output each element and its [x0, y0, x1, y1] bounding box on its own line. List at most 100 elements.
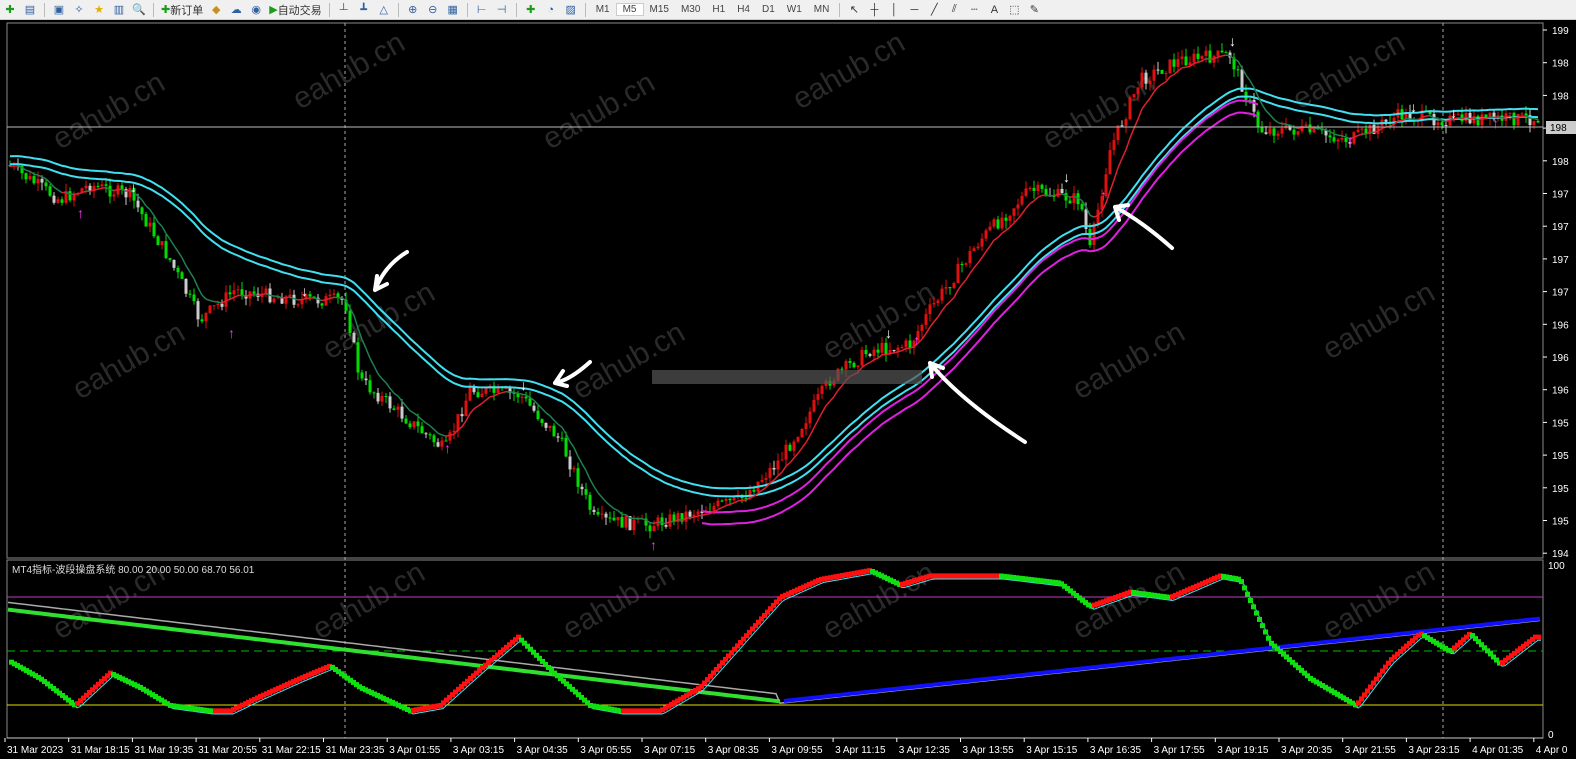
chat-button[interactable]: ☁: [226, 1, 246, 19]
bear-candle: [192, 294, 196, 302]
price-axis-label: 194: [1552, 549, 1569, 560]
signal-line-segment: [201, 294, 207, 300]
bull-candle: [1480, 114, 1484, 126]
toolbar-separator: [328, 2, 330, 17]
market-watch-button[interactable]: ▣: [49, 1, 69, 19]
vertical-line-icon: │: [890, 3, 898, 16]
crosshair-button[interactable]: ┼: [864, 1, 884, 19]
label-button[interactable]: ⬚: [1004, 1, 1024, 19]
periods-icon: ◔: [547, 3, 555, 16]
bull-candle: [800, 428, 804, 438]
bull-candle: [56, 199, 60, 203]
indicators-icon: ✚: [526, 4, 536, 16]
bear-candle: [432, 435, 436, 443]
toolbar-separator: [153, 2, 154, 17]
bear-candle: [1184, 56, 1188, 66]
signal-line-segment: [1033, 196, 1039, 202]
bear-candle: [868, 354, 872, 356]
signal-line-segment: [373, 365, 379, 375]
signal-line-segment: [469, 408, 475, 414]
time-axis-label: 31 Mar 23:35: [326, 745, 385, 756]
strategy-tester-button[interactable]: 🔍: [129, 1, 149, 19]
signal-line-segment: [1221, 54, 1227, 57]
bull-candle: [920, 324, 924, 332]
chart-area[interactable]: eahub.cn eahub.cn eahub.cn eahub.cn eahub.cn…: [0, 20, 1576, 759]
market-watch-icon: ▣: [53, 4, 65, 16]
auto-scroll-button[interactable]: ⊢: [472, 1, 492, 19]
signal-line-segment: [25, 169, 31, 173]
line-chart-button[interactable]: △: [374, 1, 394, 19]
signal-line-segment: [821, 405, 827, 413]
oscillator-dot-falling: [1245, 591, 1250, 597]
bull-candle: [1360, 128, 1364, 130]
fibo-button[interactable]: ⫽: [944, 1, 964, 19]
bull-candle: [784, 444, 788, 460]
new-order-button[interactable]: ✚ 新订单: [158, 1, 206, 19]
timeframe-d1[interactable]: D1: [756, 4, 781, 15]
horizontal-line-button[interactable]: ─: [904, 1, 924, 19]
bull-candle: [484, 388, 488, 394]
trendline-button[interactable]: ╱: [924, 1, 944, 19]
terminal-button[interactable]: ▥: [109, 1, 129, 19]
signal-line-segment: [833, 389, 839, 397]
watermark-text: eahub.cn: [557, 556, 680, 646]
bar-chart-icon: ┴: [339, 3, 348, 16]
metaeditor-button[interactable]: ◆: [206, 1, 226, 19]
signal-line-segment: [329, 296, 335, 300]
timeframe-m1[interactable]: M1: [590, 4, 616, 15]
zoom-in-icon: ⊕: [408, 4, 418, 16]
timeframe-w1[interactable]: W1: [781, 4, 808, 15]
fibo-fan-button[interactable]: ┄: [964, 1, 984, 19]
watermark-text: eahub.cn: [287, 26, 410, 116]
tile-button[interactable]: ▦: [443, 1, 463, 19]
new-chart-button[interactable]: ✚: [0, 1, 20, 19]
bull-candle: [1128, 97, 1132, 120]
bear-candle: [364, 378, 368, 381]
signal-line-segment: [885, 352, 891, 356]
candlestick-button[interactable]: ┻: [354, 1, 374, 19]
cursor-button[interactable]: ↖: [844, 1, 864, 19]
signal-line-segment: [521, 393, 527, 396]
zoom-out-button[interactable]: ⊖: [423, 1, 443, 19]
bull-candle: [1132, 94, 1136, 98]
timeframe-h1[interactable]: H1: [706, 4, 731, 15]
periods-button[interactable]: ◔: [541, 1, 561, 19]
shapes-button[interactable]: ✎: [1024, 1, 1044, 19]
timeframe-m30[interactable]: M30: [675, 4, 706, 15]
bear-candle: [1536, 120, 1540, 123]
signals-button[interactable]: ◉: [246, 1, 266, 19]
bull-candle: [332, 293, 336, 295]
slow-line-gray: [7, 601, 1541, 705]
bear-candle: [372, 392, 376, 394]
bull-candle: [668, 514, 672, 527]
bear-candle: [48, 186, 52, 196]
profiles-button[interactable]: ▤: [20, 1, 40, 19]
templates-button[interactable]: ▨: [561, 1, 581, 19]
navigator-button[interactable]: ✧: [69, 1, 89, 19]
signal-line-segment: [901, 347, 907, 352]
autotrading-button[interactable]: ▶ 自动交易: [266, 1, 324, 19]
bull-candle: [724, 498, 728, 501]
timeframe-h4[interactable]: H4: [731, 4, 756, 15]
signal-line-segment: [721, 504, 727, 509]
zoom-in-button[interactable]: ⊕: [403, 1, 423, 19]
bear-candle: [772, 467, 776, 470]
timeframe-m5[interactable]: M5: [615, 3, 644, 16]
chart-shift-button[interactable]: ⊣: [492, 1, 512, 19]
indicators-button[interactable]: ✚: [521, 1, 541, 19]
bear-candle: [188, 293, 192, 295]
timeframe-mn[interactable]: MN: [808, 4, 836, 15]
favorites-button[interactable]: ★: [89, 1, 109, 19]
signal-line-segment: [893, 351, 899, 354]
time-axis-label: 3 Apr 07:15: [644, 745, 696, 756]
zoom-out-icon: ⊖: [428, 4, 438, 16]
timeframe-m15[interactable]: M15: [644, 4, 675, 15]
text-button[interactable]: A: [984, 1, 1004, 19]
price-axis-label: 198: [1552, 157, 1569, 168]
vertical-line-button[interactable]: │: [884, 1, 904, 19]
bear-candle: [1044, 188, 1048, 196]
signal-line-segment: [1225, 54, 1231, 57]
time-axis-label: 3 Apr 03:15: [453, 745, 505, 756]
buy-arrow-icon: ↑: [77, 205, 84, 221]
bar-chart-button[interactable]: ┴: [334, 1, 354, 19]
